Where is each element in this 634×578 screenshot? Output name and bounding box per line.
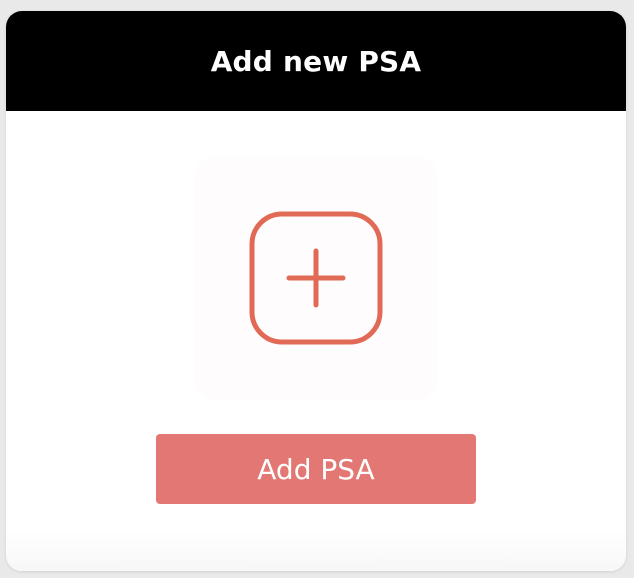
plus-square-icon [249,211,383,345]
add-psa-tile[interactable] [194,156,438,400]
card-body: Add PSA [6,111,626,571]
add-psa-card: Add new PSA Add PSA [6,11,626,571]
bottom-fade [6,531,626,571]
add-psa-button[interactable]: Add PSA [156,434,476,504]
add-psa-button-label: Add PSA [257,452,375,486]
card-header: Add new PSA [6,11,626,111]
card-title: Add new PSA [210,44,422,78]
